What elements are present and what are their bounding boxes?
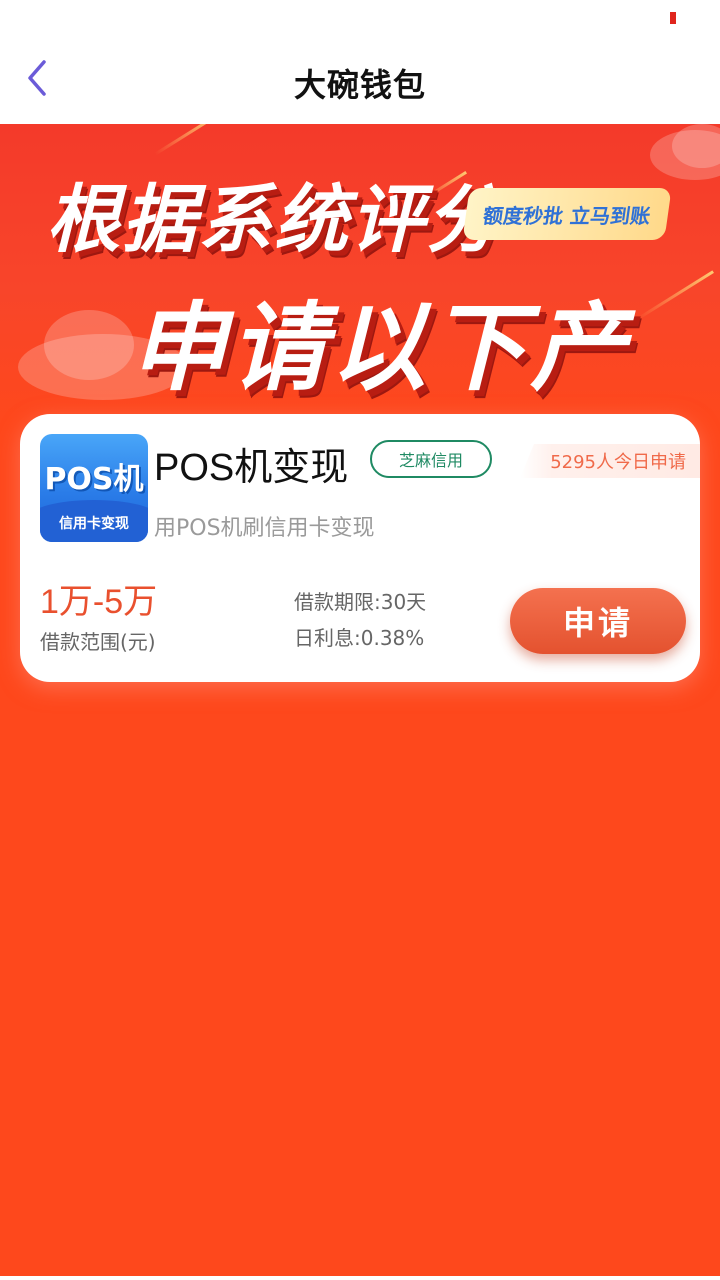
product-logo: POS机 信用卡变现 (40, 434, 148, 542)
apply-button[interactable]: 申请 (510, 588, 686, 654)
navigation-bar: 大碗钱包 (0, 40, 720, 124)
product-description: 用POS机刷信用卡变现 (154, 516, 375, 541)
battery-icon (670, 12, 676, 24)
banner-headline: 根据系统评分 (46, 177, 502, 263)
banner-tag: 额度秒批 立马到账 (462, 188, 672, 240)
page-title: 大碗钱包 (293, 66, 426, 104)
daily-interest-rate: 日利息:0.38% (294, 626, 425, 650)
banner-subheadline: 申请以下产品 (130, 292, 630, 404)
loan-term: 借款期限:30天 (294, 590, 427, 614)
decor-streak (154, 124, 216, 156)
main-content: 根据系统评分 额度秒批 立马到账 申请以下产品 POS机 信用卡变现 POS机变… (0, 124, 720, 1276)
amount-range-label: 借款范围(元) (40, 630, 156, 654)
credit-badge: 芝麻信用 (370, 440, 492, 478)
amount-range: 1万-5万 (40, 583, 158, 621)
product-card[interactable]: POS机 信用卡变现 POS机变现 芝麻信用 5295人今日申请 用POS机刷信… (20, 414, 700, 682)
status-bar (0, 0, 720, 40)
logo-title: POS机 (44, 462, 144, 497)
product-name: POS机变现 (154, 447, 349, 489)
apply-count-badge: 5295人今日申请 (520, 444, 700, 478)
logo-subtitle: 信用卡变现 (40, 500, 148, 542)
promo-banner: 根据系统评分 额度秒批 立马到账 申请以下产品 (0, 124, 720, 424)
cloud-decoration (44, 310, 134, 380)
